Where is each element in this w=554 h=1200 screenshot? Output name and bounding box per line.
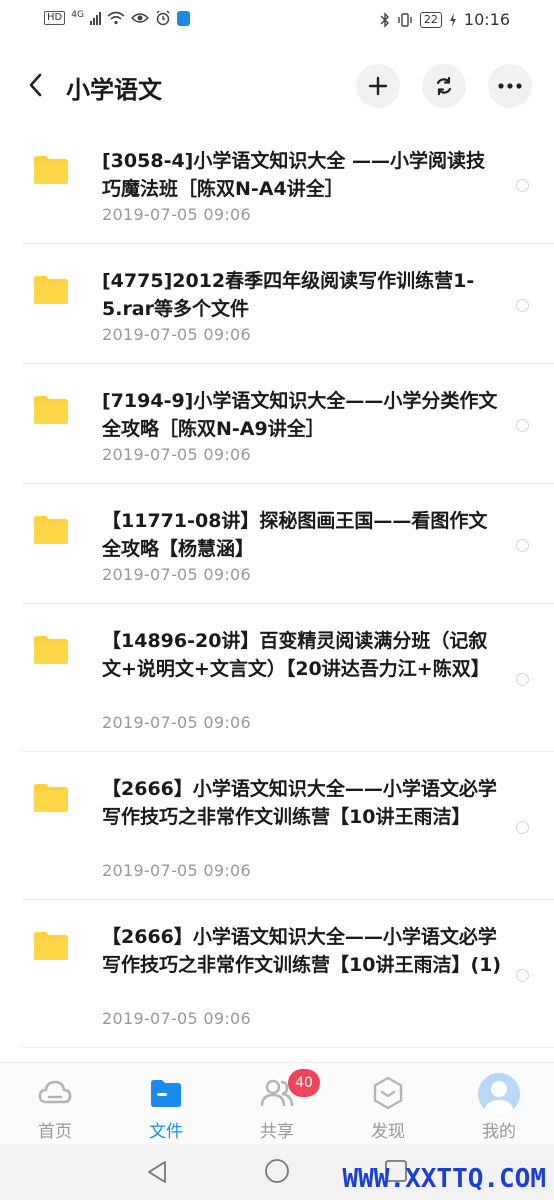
- select-radio[interactable]: [516, 539, 529, 552]
- select-radio[interactable]: [516, 419, 529, 432]
- more-icon: [498, 83, 522, 89]
- vibrate-icon: [398, 12, 412, 27]
- system-back-icon[interactable]: [146, 1160, 168, 1184]
- add-button[interactable]: [356, 64, 400, 108]
- file-item[interactable]: 【14896-20讲】百变精灵阅读满分班（记叙文+说明文+文言文）【20讲达吾力…: [0, 604, 554, 752]
- signal-icon: [89, 11, 101, 25]
- select-radio[interactable]: [516, 673, 529, 686]
- folder-icon: [34, 276, 68, 304]
- folder-icon: [151, 1080, 181, 1107]
- page-title: 小学语文: [66, 76, 162, 104]
- clock: 10:16: [463, 10, 510, 29]
- nav-item-files[interactable]: 文件: [111, 1063, 221, 1145]
- folder-icon: [34, 156, 68, 184]
- watermark-text: WWW.XXTTQ.COM: [342, 1164, 547, 1194]
- nav-item-share[interactable]: 40 共享: [222, 1063, 332, 1145]
- file-date: 2019-07-05 09:06: [102, 861, 251, 880]
- file-date: 2019-07-05 09:06: [102, 445, 251, 464]
- file-item[interactable]: 【2666】小学语文知识大全——小学语文必学写作技巧之非常作文训练营【10讲王雨…: [0, 900, 554, 1048]
- status-bar: HD 4G 22 10:16: [0, 0, 554, 44]
- select-radio[interactable]: [516, 821, 529, 834]
- nav-label: 首页: [38, 1122, 72, 1142]
- file-item[interactable]: [7194-9]小学语文知识大全——小学分类作文全攻略［陈双N-A9讲全］ 20…: [0, 364, 554, 484]
- eye-icon: [130, 13, 149, 23]
- file-name: [4775]2012春季四年级阅读写作训练营1-5.rar等多个文件: [102, 270, 475, 320]
- avatar-icon: [478, 1073, 520, 1115]
- file-date: 2019-07-05 09:06: [102, 325, 251, 344]
- file-date: 2019-07-05 09:06: [102, 713, 251, 732]
- file-item[interactable]: [4775]2012春季四年级阅读写作训练营1-5.rar等多个文件 2019-…: [0, 244, 554, 364]
- file-item[interactable]: 【11771-08讲】探秘图画王国——看图作文全攻略【杨慧涵】 2019-07-…: [0, 484, 554, 604]
- file-date: 2019-07-05 09:06: [102, 1009, 251, 1028]
- file-name: 【2666】小学语文知识大全——小学语文必学写作技巧之非常作文训练营【10讲王雨…: [102, 926, 502, 976]
- shield-icon: [176, 10, 190, 26]
- nav-label: 文件: [149, 1122, 183, 1142]
- back-button[interactable]: [22, 68, 52, 102]
- battery-level: 22: [419, 11, 442, 28]
- file-date: 2019-07-05 09:06: [102, 205, 251, 224]
- bottom-nav: 首页 文件 40 共享 发现 我的: [0, 1062, 554, 1145]
- folder-icon: [34, 932, 68, 960]
- discover-icon: [373, 1076, 403, 1110]
- nav-item-me[interactable]: 我的: [444, 1063, 554, 1145]
- select-radio[interactable]: [516, 299, 529, 312]
- folder-icon: [34, 396, 68, 424]
- notification-badge: 40: [288, 1069, 320, 1097]
- bluetooth-icon: [380, 11, 389, 28]
- file-name: 【2666】小学语文知识大全——小学语文必学写作技巧之非常作文训练营【10讲王雨…: [102, 778, 497, 828]
- file-name: [3058-4]小学语文知识大全 ——小学阅读技巧魔法班［陈双N-A4讲全］: [102, 150, 485, 200]
- plus-icon: [368, 76, 388, 96]
- back-icon: [29, 73, 42, 97]
- alarm-icon: [156, 10, 170, 26]
- file-list: [3058-4]小学语文知识大全 ——小学阅读技巧魔法班［陈双N-A4讲全］ 2…: [0, 124, 554, 1048]
- file-item[interactable]: [3058-4]小学语文知识大全 ——小学阅读技巧魔法班［陈双N-A4讲全］ 2…: [0, 124, 554, 244]
- nav-item-discover[interactable]: 发现: [333, 1063, 443, 1145]
- file-name: 【14896-20讲】百变精灵阅读满分班（记叙文+说明文+文言文）【20讲达吾力…: [102, 630, 490, 680]
- nav-label: 共享: [260, 1122, 294, 1142]
- file-date: 2019-07-05 09:06: [102, 565, 251, 584]
- file-name: [7194-9]小学语文知识大全——小学分类作文全攻略［陈双N-A9讲全］: [102, 390, 498, 440]
- folder-icon: [34, 784, 68, 812]
- charging-icon: [449, 12, 456, 27]
- app-header: 小学语文: [0, 44, 554, 124]
- nav-item-home[interactable]: 首页: [0, 1063, 110, 1145]
- select-radio[interactable]: [516, 179, 529, 192]
- system-home-icon[interactable]: [264, 1158, 290, 1184]
- network-type: 4G: [71, 10, 84, 20]
- more-button[interactable]: [488, 64, 532, 108]
- file-name: 【11771-08讲】探秘图画王国——看图作文全攻略【杨慧涵】: [102, 510, 488, 560]
- status-left: HD 4G: [44, 10, 190, 26]
- nav-label: 发现: [371, 1122, 405, 1142]
- sync-button[interactable]: [422, 64, 466, 108]
- system-nav-bar: WWW.XXTTQ.COM: [0, 1144, 554, 1200]
- folder-icon: [34, 636, 68, 664]
- sync-icon: [436, 76, 452, 96]
- hd-indicator: HD: [44, 11, 66, 25]
- nav-label: 我的: [482, 1122, 516, 1142]
- folder-icon: [34, 516, 68, 544]
- select-radio[interactable]: [516, 969, 529, 982]
- cloud-icon: [38, 1080, 72, 1104]
- status-right: 22 10:16: [380, 10, 510, 29]
- wifi-icon: [107, 11, 125, 25]
- file-item[interactable]: 【2666】小学语文知识大全——小学语文必学写作技巧之非常作文训练营【10讲王雨…: [0, 752, 554, 900]
